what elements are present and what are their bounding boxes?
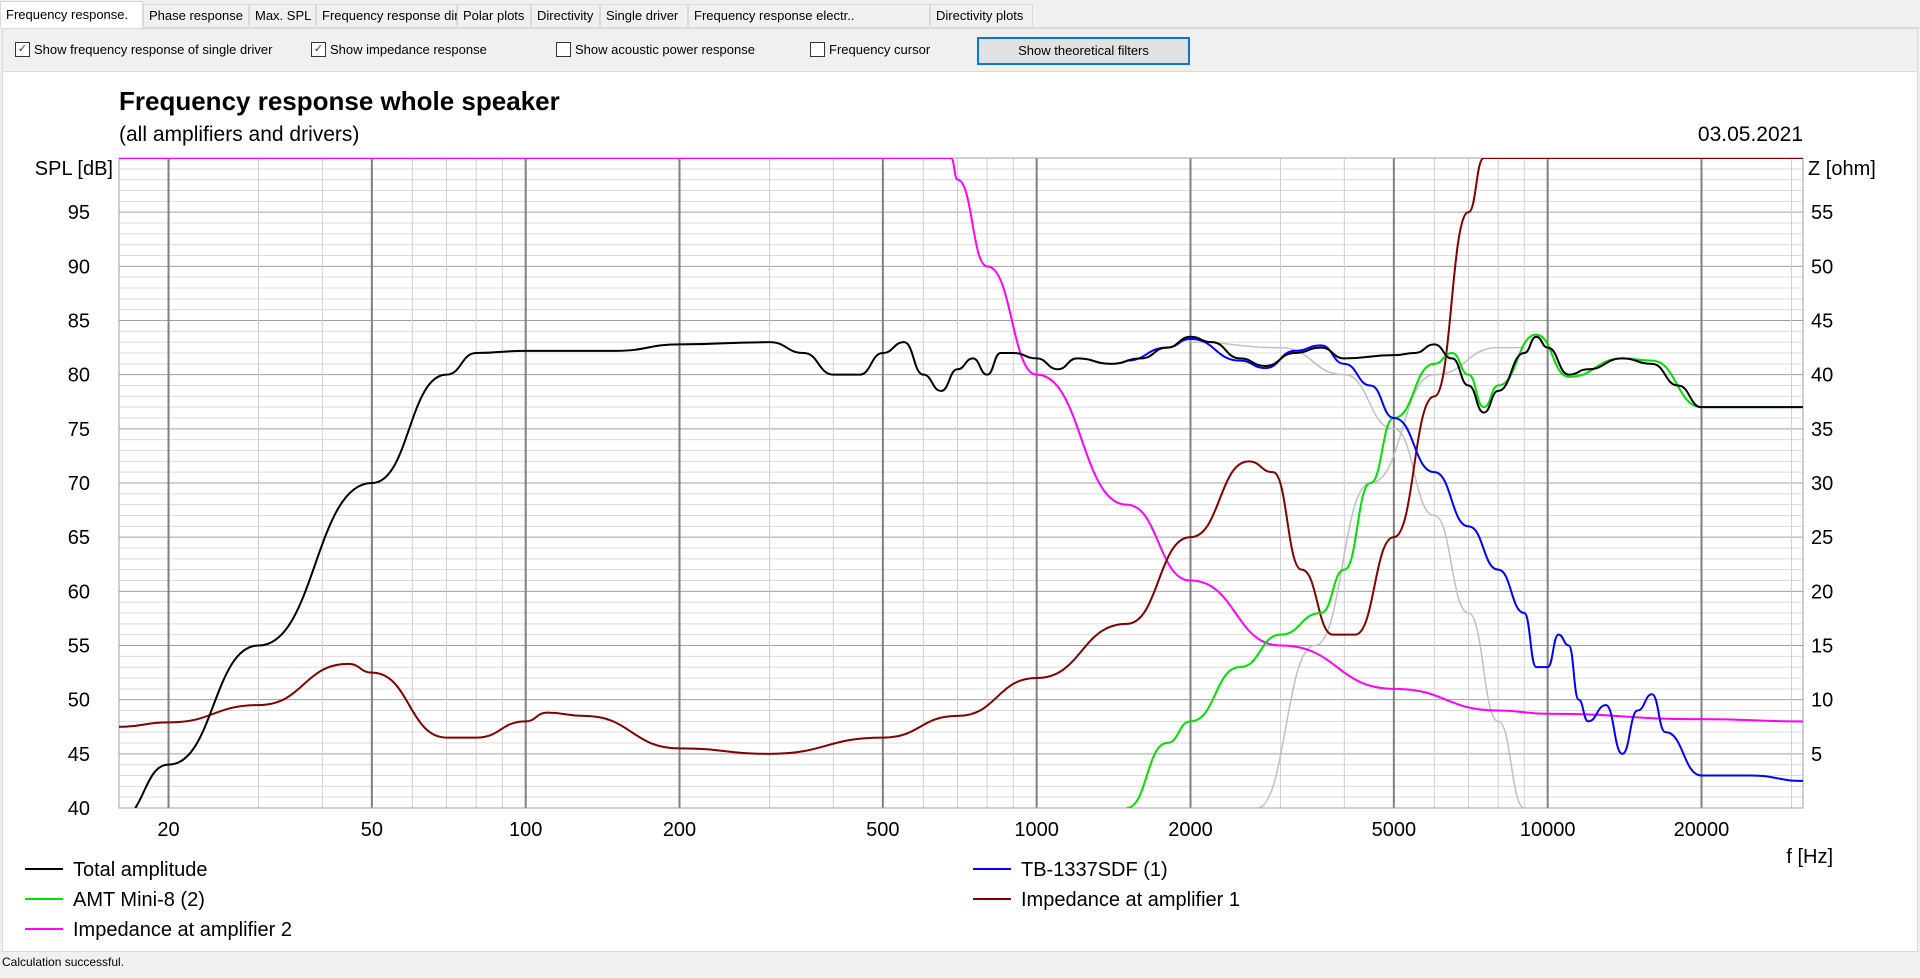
y2-tick-label: 55 <box>1811 202 1833 224</box>
status-bar-text: Calculation successful. <box>2 955 125 969</box>
single-driver-checkbox[interactable]: ✓ Show frequency response of single drive… <box>15 42 272 57</box>
y-tick-label: 60 <box>68 581 90 603</box>
x-tick-label: 50 <box>361 819 383 841</box>
chart-title: Frequency response whole speaker <box>119 86 560 116</box>
y2-tick-label: 5 <box>1811 744 1822 766</box>
y-tick-label: 85 <box>68 311 90 333</box>
legend-label: AMT Mini-8 (2) <box>73 889 205 911</box>
y2-tick-label: 20 <box>1811 581 1833 603</box>
x-tick-label: 5000 <box>1372 819 1417 841</box>
x-tick-label: 20000 <box>1674 819 1730 841</box>
tab-phase-response[interactable]: Phase response <box>143 4 249 26</box>
x-tick-label: 500 <box>866 819 899 841</box>
checkbox-label: Show frequency response of single driver <box>34 42 273 57</box>
y2-tick-label: 10 <box>1811 690 1833 712</box>
y-tick-label: 50 <box>68 690 90 712</box>
chart-subtitle: (all amplifiers and drivers) <box>119 123 359 146</box>
y-tick-label: 75 <box>68 419 90 441</box>
tab-polar-plots[interactable]: Polar plots <box>457 4 531 26</box>
legend-label: Impedance at amplifier 2 <box>73 919 292 941</box>
y-tick-label: 80 <box>68 365 90 387</box>
y-tick-label: 55 <box>68 636 90 658</box>
checkbox-label: Show acoustic power response <box>575 42 755 57</box>
y2-axis-label: Z [ohm] <box>1808 158 1876 180</box>
y-axis-label: SPL [dB] <box>35 158 113 180</box>
y-tick-label: 40 <box>68 798 90 820</box>
y2-tick-label: 15 <box>1811 636 1833 658</box>
tab-frequency-response-electr[interactable]: Frequency response electr.. <box>688 4 930 26</box>
x-tick-label: 200 <box>663 819 696 841</box>
tab-directivity-plots[interactable]: Directivity plots <box>930 4 1033 26</box>
frequency-cursor-checkbox[interactable]: Frequency cursor <box>810 42 930 57</box>
y2-tick-label: 40 <box>1811 365 1833 387</box>
checkbox-icon: ✓ <box>15 42 30 57</box>
y2-tick-label: 45 <box>1811 311 1833 333</box>
frequency-response-chart: Frequency response whole speaker (all am… <box>25 86 1876 941</box>
tab-frequency-response-directions[interactable]: Frequency response directions <box>316 4 500 26</box>
y2-tick-label: 30 <box>1811 473 1833 495</box>
y2-tick-label: 35 <box>1811 419 1833 441</box>
checkbox-icon <box>810 42 825 57</box>
legend-label: Total amplitude <box>73 859 208 881</box>
impedance-checkbox[interactable]: ✓ Show impedance response <box>311 42 487 57</box>
x-axis-label: f [Hz] <box>1786 846 1833 868</box>
y2-tick-label: 25 <box>1811 527 1833 549</box>
y-tick-label: 45 <box>68 744 90 766</box>
y-tick-label: 70 <box>68 473 90 495</box>
tab-single-driver[interactable]: Single driver <box>600 4 688 26</box>
legend-label: TB-1337SDF (1) <box>1021 859 1168 881</box>
y-tick-label: 65 <box>68 527 90 549</box>
y-tick-label: 90 <box>68 256 90 278</box>
tab-directivity[interactable]: Directivity <box>531 4 600 26</box>
x-tick-label: 2000 <box>1168 819 1213 841</box>
x-tick-label: 10000 <box>1520 819 1576 841</box>
y-tick-label: 95 <box>68 202 90 224</box>
x-tick-label: 100 <box>509 819 542 841</box>
checkbox-label: Show impedance response <box>330 42 487 57</box>
acoustic-power-checkbox[interactable]: Show acoustic power response <box>556 42 755 57</box>
chart-date: 03.05.2021 <box>1698 123 1803 146</box>
series-lowpass-filter <box>1190 341 1525 808</box>
tab-max-spl[interactable]: Max. SPL <box>249 4 316 26</box>
tab-bar: Frequency response. Phase response Max. SP… <box>0 0 1920 28</box>
checkbox-icon <box>556 42 571 57</box>
show-theoretical-filters-button[interactable]: Show theoretical filters <box>977 37 1190 65</box>
x-tick-label: 20 <box>157 819 179 841</box>
checkbox-icon: ✓ <box>311 42 326 57</box>
x-tick-label: 1000 <box>1014 819 1059 841</box>
options-toolbar: ✓ Show frequency response of single drive… <box>2 28 1918 72</box>
checkbox-label: Frequency cursor <box>829 42 931 57</box>
legend-label: Impedance at amplifier 1 <box>1021 889 1240 911</box>
y2-tick-label: 50 <box>1811 256 1833 278</box>
chart-panel: Frequency response whole speaker (all am… <box>2 71 1918 952</box>
tab-frequency-response[interactable]: Frequency response. <box>0 1 143 28</box>
